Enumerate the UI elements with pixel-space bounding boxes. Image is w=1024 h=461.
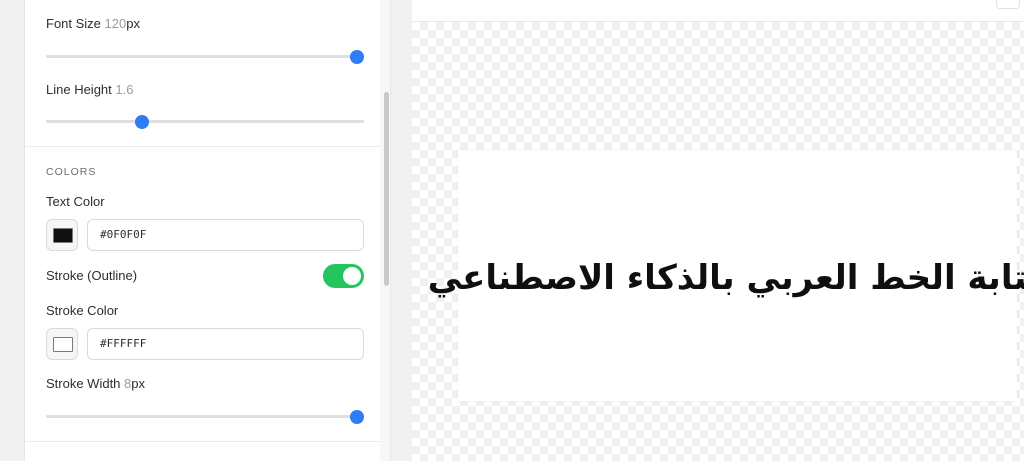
stroke-width-slider-thumb[interactable] [350,409,364,424]
preview-arabic-text: كتابة الخط العربي بالذكاء الاصطناعي [427,257,1024,298]
font-size-value: 120 [104,16,127,31]
font-size-title: Font Size [46,16,101,31]
left-gutter [0,0,25,461]
text-color-label: Text Color [46,194,105,209]
stroke-width-title: Stroke Width [46,376,121,391]
stroke-width-slider[interactable] [46,409,364,424]
section-divider [25,146,381,147]
line-height-label: Line Height 1.6 [46,82,133,97]
section-divider [25,441,381,442]
stroke-color-swatch [53,337,73,352]
font-size-unit: px [126,16,140,31]
line-height-slider-thumb[interactable] [135,114,150,129]
stroke-width-unit: px [131,376,146,391]
font-size-slider[interactable] [46,49,364,64]
stroke-color-picker[interactable] [46,328,78,360]
stroke-outline-toggle[interactable] [323,264,364,288]
line-height-title: Line Height [46,82,112,97]
text-color-picker[interactable] [46,219,78,251]
app-window: Font Size 120px Line Height 1.6 COLORS T… [0,0,1024,461]
text-color-hex-input[interactable]: #0F0F0F [87,219,364,251]
panel-scrollbar-thumb[interactable] [384,92,389,286]
toggle-knob [343,267,361,285]
stroke-color-label: Stroke Color [46,303,119,318]
text-color-swatch [53,228,73,243]
stroke-width-label: Stroke Width 8px [46,376,145,391]
stroke-outline-label: Stroke (Outline) [46,268,138,283]
canvas-toolbar [412,0,1024,22]
colors-section-title: COLORS [46,166,97,178]
toolbar-corner-tab [996,0,1020,9]
stroke-color-hex-input[interactable]: #FFFFFF [87,328,364,360]
line-height-slider[interactable] [46,114,364,129]
preview-canvas[interactable]: كتابة الخط العربي بالذكاء الاصطناعي [427,150,1024,401]
line-height-value: 1.6 [115,82,134,97]
font-size-slider-thumb[interactable] [350,49,364,64]
font-size-label: Font Size 120px [46,16,140,31]
